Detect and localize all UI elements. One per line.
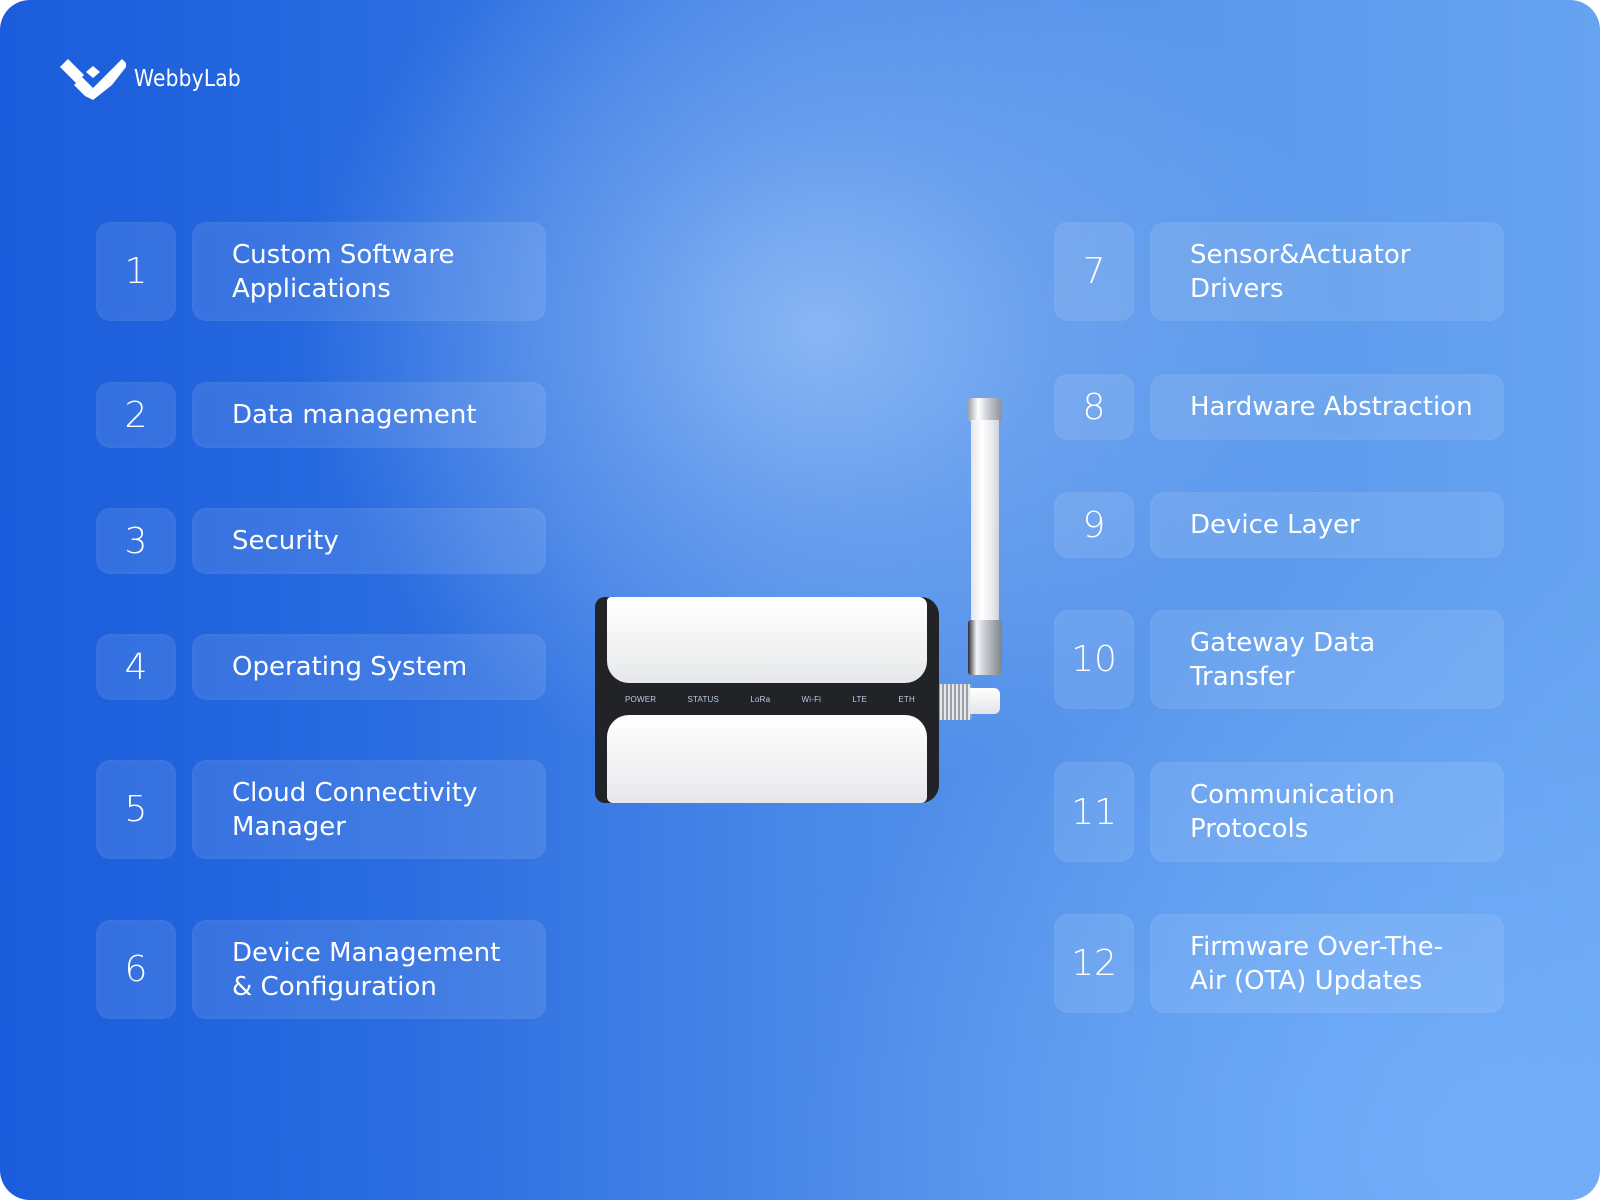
item-label: Sensor&Actuator Drivers (1190, 239, 1411, 304)
item-label: Custom Software Applications (232, 239, 455, 304)
item-number: 11 (1054, 762, 1134, 862)
antenna-base (968, 620, 1002, 675)
antenna-icon (968, 398, 1002, 675)
item-label: Operating System (232, 652, 468, 682)
indicator-lte: LTE (852, 694, 868, 704)
antenna-cap (968, 398, 1002, 422)
item-number: 4 (96, 634, 176, 700)
indicator-eth: ETH (898, 694, 915, 704)
connector-elbow (970, 688, 1000, 714)
antenna-connector-icon (938, 682, 1000, 720)
item-label-box: Data management (192, 382, 546, 448)
gateway-body: POWER STATUS LoRa Wi-Fi LTE ETH (595, 597, 939, 803)
item-label-box: Device Management & Configuration (192, 920, 546, 1019)
item-label-box: Hardware Abstraction (1150, 374, 1504, 440)
item-label: Gateway Data Transfer (1190, 627, 1376, 692)
indicator-status: STATUS (687, 694, 720, 704)
item-number: 8 (1054, 374, 1134, 440)
brand-name: WebbyLab (134, 66, 241, 92)
gateway-bottom-panel (607, 715, 927, 803)
webbylab-logo-icon (60, 59, 126, 100)
indicator-lora: LoRa (750, 694, 771, 704)
item-label-box: Security (192, 508, 546, 574)
item-number: 2 (96, 382, 176, 448)
item-label-box: Cloud Connectivity Manager (192, 760, 546, 859)
item-label: Security (232, 526, 339, 556)
item-label: Device Management & Configuration (232, 937, 501, 1002)
item-label: Hardware Abstraction (1190, 392, 1473, 422)
brand-logo[interactable]: WebbyLab (60, 58, 255, 100)
item-label-box: Sensor&Actuator Drivers (1150, 222, 1504, 321)
item-number: 6 (96, 920, 176, 1019)
item-label: Communication Protocols (1190, 780, 1395, 844)
item-label: Device Layer (1190, 510, 1360, 540)
item-label: Firmware Over-The- Air (OTA) Updates (1190, 931, 1444, 996)
item-label: Data management (232, 400, 477, 430)
item-number: 7 (1054, 222, 1134, 321)
indicator-wifi: Wi-Fi (801, 694, 822, 704)
indicator-power: POWER (625, 694, 657, 704)
item-label: Cloud Connectivity Manager (232, 777, 478, 842)
gateway-top-panel (607, 597, 927, 683)
item-number: 3 (96, 508, 176, 574)
antenna-rod (971, 420, 999, 620)
item-label-box: Gateway Data Transfer (1150, 610, 1504, 709)
item-number: 9 (1054, 492, 1134, 558)
infographic-card: WebbyLab 1 Custom Software Applications … (0, 0, 1600, 1200)
indicator-strip: POWER STATUS LoRa Wi-Fi LTE ETH (625, 689, 915, 709)
item-number: 5 (96, 760, 176, 859)
connector-nut (938, 684, 972, 720)
item-label-box: Communication Protocols (1150, 762, 1504, 862)
item-number: 12 (1054, 914, 1134, 1013)
item-number: 1 (96, 222, 176, 321)
item-label-box: Custom Software Applications (192, 222, 546, 321)
item-label-box: Device Layer (1150, 492, 1504, 558)
item-number: 10 (1054, 610, 1134, 709)
iot-gateway-illustration: POWER STATUS LoRa Wi-Fi LTE ETH (0, 0, 1600, 1200)
item-label-box: Operating System (192, 634, 546, 700)
item-label-box: Firmware Over-The- Air (OTA) Updates (1150, 914, 1504, 1013)
